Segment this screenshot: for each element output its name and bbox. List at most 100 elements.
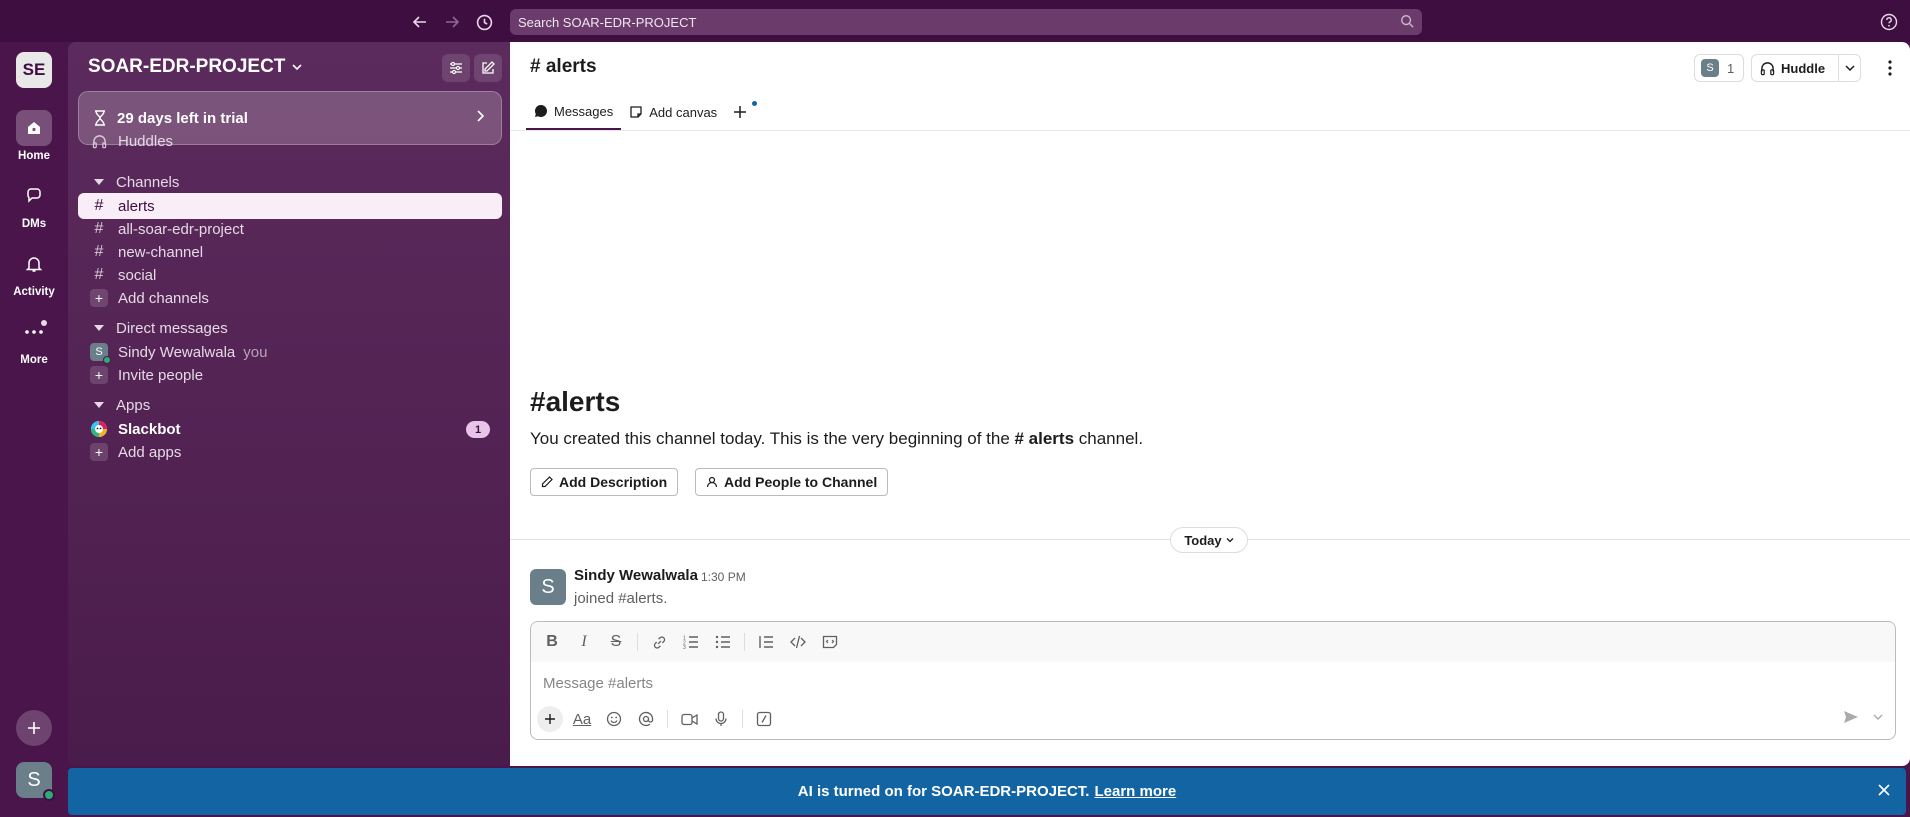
toolbar-divider — [744, 633, 745, 651]
compose-button[interactable] — [474, 54, 502, 82]
bulleted-list-icon[interactable] — [710, 629, 736, 655]
message-bubble-icon — [534, 105, 547, 117]
add-people-button[interactable]: Add People to Channel — [695, 468, 889, 496]
send-icon[interactable] — [1843, 710, 1859, 724]
user-avatar[interactable]: S — [16, 762, 55, 801]
rail-dms[interactable]: DMs — [0, 178, 68, 230]
add-description-button[interactable]: Add Description — [530, 468, 679, 496]
channels-section-toggle[interactable]: Channels — [78, 170, 502, 194]
sidebar-item-huddles[interactable]: Huddles — [78, 128, 502, 154]
user-avatar-initial: S — [27, 768, 41, 791]
text-format-toggle[interactable]: Aa — [569, 706, 595, 732]
search-bar[interactable]: Search SOAR-EDR-PROJECT — [510, 9, 1422, 35]
rail-more[interactable]: More — [0, 314, 68, 366]
chevron-down-icon — [291, 61, 303, 73]
kebab-menu-icon[interactable] — [1877, 55, 1903, 81]
more-icon — [16, 314, 52, 350]
channel-label: alerts — [118, 197, 155, 215]
hash-icon: # — [94, 266, 104, 283]
add-tab-button[interactable] — [725, 94, 758, 130]
apps-section-toggle[interactable]: Apps — [78, 393, 502, 417]
member-avatar: S — [1701, 59, 1719, 77]
rail-more-label: More — [20, 354, 48, 366]
unread-count-badge: 1 — [466, 421, 490, 438]
code-icon[interactable] — [785, 629, 811, 655]
message-author[interactable]: Sindy Wewalwala — [574, 567, 698, 584]
plus-icon: + — [90, 366, 108, 384]
member-count: 1 — [1727, 60, 1735, 76]
hourglass-icon — [93, 110, 107, 126]
forward-arrow-icon[interactable] — [441, 11, 463, 33]
tab-messages[interactable]: Messages — [526, 94, 622, 130]
learn-more-link[interactable]: Learn more — [1094, 783, 1176, 800]
emoji-icon[interactable] — [601, 706, 627, 732]
add-channels-button[interactable]: + Add channels — [78, 285, 502, 311]
rail-activity[interactable]: Activity — [0, 246, 68, 298]
rail-activity-label: Activity — [13, 286, 55, 298]
channel-label: social — [118, 266, 157, 284]
invite-label: Invite people — [118, 366, 204, 384]
intro-channel-mention[interactable]: # alerts — [1015, 429, 1075, 448]
toolbar-divider — [667, 710, 668, 728]
strikethrough-icon[interactable]: S — [603, 629, 629, 655]
plus-icon — [28, 722, 40, 734]
blockquote-icon[interactable] — [753, 629, 779, 655]
rail-home[interactable]: Home — [0, 110, 68, 162]
workspace-name-menu[interactable]: SOAR-EDR-PROJECT — [88, 56, 303, 78]
workspace-rail: SE Home DMs Activity More S — [0, 42, 68, 817]
channel-intro-title: #alerts — [530, 386, 620, 418]
channel-view: # alerts S 1 Huddle Messages Add canvas — [510, 42, 1910, 766]
microphone-icon[interactable] — [708, 706, 734, 732]
channel-label: all-soar-edr-project — [118, 220, 244, 238]
chevron-down-icon — [1845, 65, 1855, 72]
huddle-button[interactable]: Huddle — [1752, 61, 1838, 76]
ordered-list-icon[interactable]: 123 — [678, 629, 704, 655]
message-avatar[interactable]: S — [530, 569, 566, 605]
link-icon[interactable] — [646, 629, 672, 655]
video-icon[interactable] — [676, 706, 702, 732]
toolbar-divider — [637, 633, 638, 651]
caret-down-icon — [94, 402, 104, 408]
tab-add-canvas[interactable]: Add canvas — [621, 94, 725, 130]
add-apps-button[interactable]: + Add apps — [78, 439, 502, 465]
back-arrow-icon[interactable] — [409, 11, 431, 33]
member-count-button[interactable]: S 1 — [1694, 54, 1744, 82]
italic-icon[interactable]: I — [571, 629, 597, 655]
channel-title[interactable]: # alerts — [530, 56, 597, 78]
bold-icon[interactable]: B — [539, 629, 565, 655]
history-clock-icon[interactable] — [473, 11, 495, 33]
slash-command-icon[interactable] — [751, 706, 777, 732]
plus-icon: + — [90, 443, 108, 461]
close-icon[interactable] — [1876, 782, 1892, 798]
dm-user-name: Sindy Wewalwala — [118, 343, 236, 361]
message-timestamp[interactable]: 1:30 PM — [701, 570, 746, 584]
create-new-button[interactable] — [16, 710, 52, 746]
mention-icon[interactable] — [633, 706, 659, 732]
code-block-icon[interactable] — [817, 629, 843, 655]
header-divider — [510, 130, 1910, 131]
filter-settings-button[interactable] — [442, 54, 470, 82]
chevron-down-icon[interactable] — [1873, 712, 1883, 722]
ai-notice-banner: AI is turned on for SOAR-EDR-PROJECT. Le… — [68, 768, 1906, 815]
workspace-avatar[interactable]: SE — [16, 52, 52, 88]
pencil-icon — [541, 476, 553, 488]
tab-messages-label: Messages — [554, 103, 614, 119]
add-description-label: Add Description — [559, 474, 668, 490]
invite-people-button[interactable]: + Invite people — [78, 362, 502, 388]
formatting-toolbar: B I S 123 — [531, 622, 1895, 662]
huddle-options-button[interactable] — [1838, 55, 1860, 81]
caret-down-icon — [94, 179, 104, 185]
home-icon — [16, 110, 52, 146]
add-channels-label: Add channels — [118, 289, 209, 307]
dm-avatar: S — [90, 343, 111, 364]
message-input[interactable]: Message #alerts — [543, 675, 653, 692]
day-divider-button[interactable]: Today — [1170, 527, 1248, 553]
online-status-dot — [43, 789, 55, 801]
help-icon[interactable] — [1878, 11, 1900, 33]
person-icon — [706, 476, 718, 488]
channel-tabs: Messages Add canvas — [526, 94, 758, 130]
attach-plus-icon[interactable] — [537, 706, 563, 732]
dm-section-toggle[interactable]: Direct messages — [78, 316, 502, 340]
chevron-right-icon — [473, 109, 487, 123]
message-text: joined #alerts. — [574, 590, 668, 607]
